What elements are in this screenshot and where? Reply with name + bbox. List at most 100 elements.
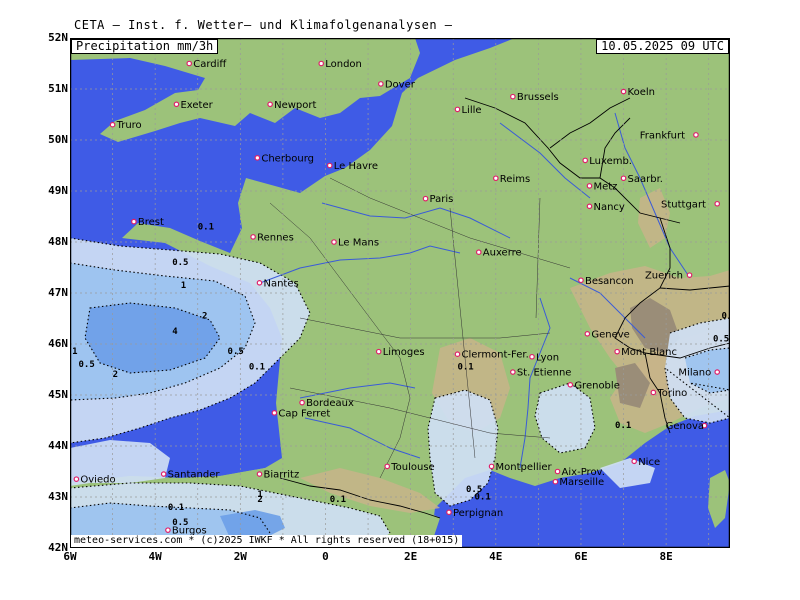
- lat-tick-label: 45N: [48, 388, 68, 401]
- contour-value-label: 0.1: [475, 493, 491, 503]
- city-dot-icon: [686, 272, 693, 278]
- city-label: Biarritz: [263, 470, 299, 481]
- city-dot-icon: [578, 277, 584, 284]
- city-dot-icon: [186, 60, 193, 67]
- city-dot-icon: [271, 410, 278, 416]
- city-dot-icon: [529, 353, 535, 360]
- city-marker: Reims: [493, 174, 530, 185]
- header-title: CETA – Inst. f. Wetter– und Klimafolgena…: [74, 18, 453, 32]
- city-marker: Mont Blanc: [614, 347, 677, 358]
- city-label: Le Mans: [338, 238, 379, 249]
- city-label: Nice: [638, 457, 660, 468]
- city-marker: Nantes: [256, 278, 299, 289]
- weather-map: Cardiff London Dover Exeter Newport Truro Lill…: [70, 38, 730, 548]
- city-dot-icon: [384, 463, 391, 470]
- lon-tick-label: 0: [322, 550, 329, 563]
- city-dot-icon: [454, 351, 461, 358]
- city-dot-icon: [631, 458, 637, 465]
- city-label: Besancon: [585, 276, 634, 287]
- city-marker: Cherbourg: [254, 153, 314, 164]
- city-label: London: [325, 59, 362, 70]
- contour-value-label: 0.1: [198, 222, 214, 232]
- valid-time: 10.05.2025 09 UTC: [596, 39, 729, 54]
- lat-tick-label: 44N: [48, 439, 68, 452]
- lat-tick-label: 47N: [48, 286, 68, 299]
- city-marker: Brussels: [510, 92, 559, 103]
- city-marker: Le Mans: [331, 238, 379, 249]
- city-label: Brest: [138, 217, 164, 228]
- city-label: Montpellier: [496, 462, 553, 473]
- contour-value-label: 0.1: [330, 495, 346, 505]
- city-marker: Rennes: [250, 232, 294, 243]
- city-label: Cardiff: [193, 59, 227, 70]
- city-marker: Newport: [267, 100, 317, 111]
- city-dot-icon: [552, 478, 559, 485]
- city-label: Toulouse: [390, 462, 434, 473]
- lon-tick-label: 8E: [659, 550, 673, 563]
- city-label: Perpignan: [453, 508, 503, 519]
- city-label: Paris: [430, 194, 454, 205]
- city-label: Geneve: [591, 329, 629, 340]
- city-dot-icon: [375, 348, 382, 355]
- city-label: Metz: [593, 181, 617, 192]
- contour-value-label: 0.1: [721, 312, 730, 322]
- contour-value-label: 0.5: [172, 258, 188, 268]
- city-dot-icon: [567, 381, 574, 388]
- contour-value-label: 0.5: [79, 360, 95, 370]
- lon-tick-label: 6W: [63, 550, 77, 563]
- city-dot-icon: [165, 527, 171, 533]
- city-marker: Limoges: [375, 347, 425, 358]
- city-label: Luxemb.: [589, 156, 632, 167]
- city-dot-icon: [714, 369, 721, 375]
- contour-value-label: 0.1: [457, 363, 473, 373]
- city-dot-icon: [714, 200, 721, 207]
- city-label: St. Etienne: [517, 368, 572, 379]
- city-label: Torino: [656, 388, 687, 399]
- city-marker: Cap Ferret: [271, 408, 330, 419]
- contour-value-label: 0.5: [713, 334, 729, 344]
- city-marker: Oviedo: [73, 475, 116, 486]
- city-label: Marseille: [559, 477, 604, 488]
- city-label: Exeter: [180, 100, 213, 111]
- city-dot-icon: [582, 157, 589, 164]
- city-dot-icon: [510, 369, 516, 375]
- lat-tick-label: 49N: [48, 184, 68, 197]
- city-label: Genova: [666, 421, 704, 432]
- contour-value-label: 1: [181, 281, 186, 291]
- city-dot-icon: [650, 389, 657, 396]
- city-label: Frankfurt: [640, 130, 685, 141]
- city-label: Nancy: [593, 202, 624, 213]
- city-dot-icon: [693, 132, 699, 138]
- city-dot-icon: [299, 399, 305, 406]
- city-dot-icon: [131, 218, 137, 225]
- lat-tick-label: 48N: [48, 235, 68, 248]
- city-marker: Exeter: [173, 100, 214, 111]
- city-dot-icon: [614, 348, 620, 355]
- city-dot-icon: [326, 162, 333, 169]
- city-marker: Toulouse: [384, 462, 435, 473]
- contour-value-label: 0.1: [615, 421, 631, 431]
- city-marker: Marseille: [552, 477, 604, 488]
- city-dot-icon: [318, 60, 325, 67]
- city-dot-icon: [586, 183, 593, 189]
- city-dot-icon: [331, 239, 337, 245]
- city-dot-icon: [554, 468, 561, 475]
- city-label: Nantes: [263, 278, 298, 289]
- city-dot-icon: [510, 93, 516, 100]
- city-label: Clermont-Fer.: [461, 350, 528, 361]
- contour-value-label: 0.1: [168, 503, 184, 513]
- parameter-label: Precipitation mm/3h: [71, 39, 219, 54]
- city-marker: Montpellier: [488, 462, 553, 473]
- city-dot-icon: [454, 106, 461, 113]
- contour-value-label: 0.5: [228, 347, 244, 357]
- city-label: Zuerich: [645, 271, 683, 282]
- map-canvas: Cardiff London Dover Exeter Newport Truro Lill…: [70, 38, 730, 548]
- city-label: Lille: [461, 105, 481, 116]
- lat-tick-label: 46N: [48, 337, 68, 350]
- city-dot-icon: [378, 81, 384, 87]
- city-dot-icon: [267, 101, 273, 108]
- city-dot-icon: [620, 88, 627, 95]
- lat-tick-label: 52N: [48, 31, 68, 44]
- contour-value-label: 2: [202, 312, 207, 322]
- city-label: Koeln: [628, 87, 655, 98]
